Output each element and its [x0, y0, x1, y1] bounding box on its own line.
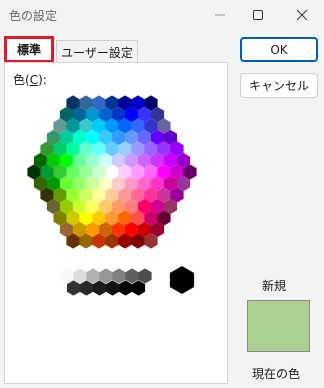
- new-color-swatch: [247, 300, 310, 352]
- palette-gray-hex[interactable]: [86, 268, 100, 284]
- cancel-button[interactable]: キャンセル: [240, 73, 318, 98]
- palette-gray-hex[interactable]: [131, 280, 146, 296]
- palette-gray-hex[interactable]: [79, 280, 94, 296]
- palette-gray-hex[interactable]: [118, 280, 133, 296]
- palette-white-hex[interactable]: [15, 266, 41, 294]
- palette-black-hex[interactable]: [169, 266, 195, 294]
- palette-gray-hex[interactable]: [99, 268, 113, 284]
- palette-gray-hex[interactable]: [105, 280, 120, 296]
- new-color-label: 新規: [262, 279, 287, 293]
- palette-gray-hex[interactable]: [92, 280, 107, 296]
- palette-gray-hex[interactable]: [112, 268, 126, 284]
- palette-gray-hex[interactable]: [73, 268, 87, 284]
- ok-button[interactable]: OK: [240, 37, 318, 62]
- palette-gray-hex[interactable]: [125, 268, 139, 284]
- current-color-label: 現在の色: [252, 367, 301, 381]
- palette-gray-hex[interactable]: [60, 268, 74, 284]
- palette-gray-hex[interactable]: [138, 268, 152, 284]
- palette-gray-hex[interactable]: [66, 280, 81, 296]
